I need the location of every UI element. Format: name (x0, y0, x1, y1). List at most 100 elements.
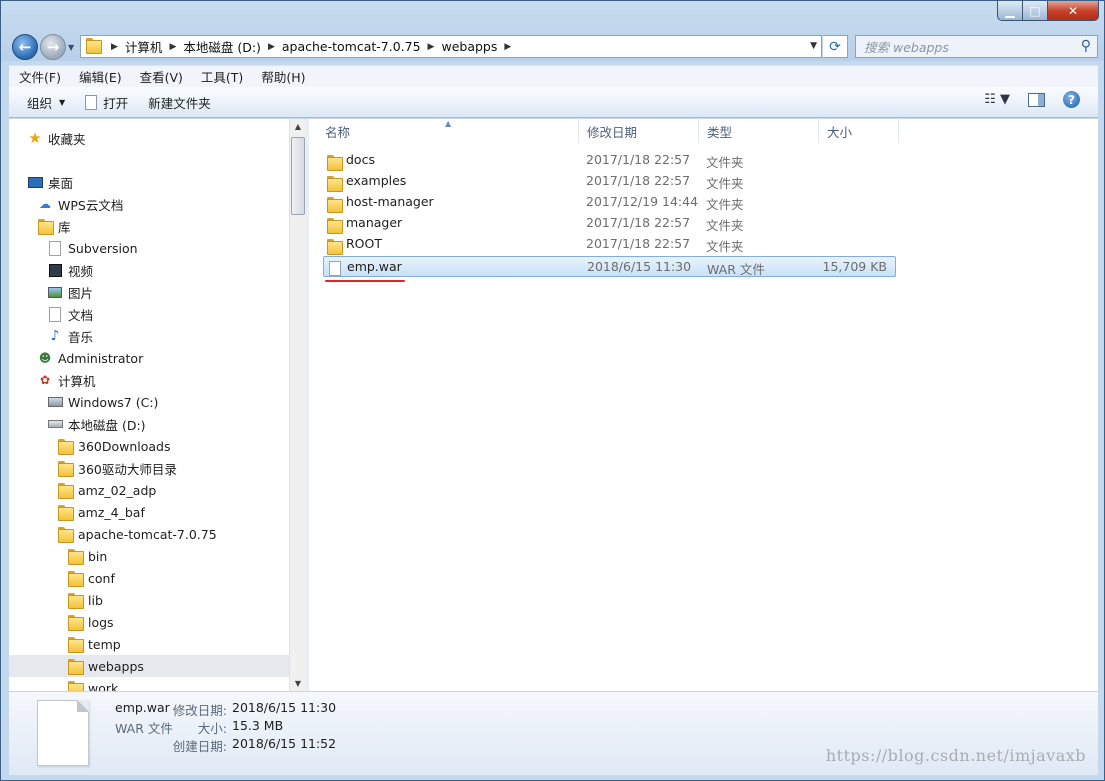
view-options-icon[interactable]: ☷ ▼ (984, 92, 1010, 107)
menu-view[interactable]: 查看(V) (130, 67, 191, 86)
nav-item-label: Subversion (68, 240, 138, 256)
nav-item-folder[interactable]: amz_4_baf (57, 502, 145, 522)
column-size[interactable]: 大小 (819, 119, 899, 143)
user-icon: ☻ (38, 351, 52, 365)
document-library-icon (47, 240, 63, 256)
new-folder-label: 新建文件夹 (148, 95, 211, 111)
nav-scrollbar[interactable]: ▲ ▼ (289, 119, 306, 691)
nav-item-folder[interactable]: work (67, 678, 118, 691)
nav-item-folder[interactable]: bin (67, 546, 107, 566)
nav-item-webapps[interactable]: webapps (67, 656, 144, 676)
chevron-down-icon[interactable]: ▼ (810, 41, 817, 51)
recent-pages-dropdown[interactable]: ▼ (68, 43, 74, 52)
nav-item-folder[interactable]: lib (67, 590, 103, 610)
column-name[interactable]: 名称 (317, 119, 579, 143)
chevron-right-icon[interactable]: ▶ (428, 42, 435, 52)
details-size-value: 15.3 MB (232, 718, 284, 733)
nav-item-documents[interactable]: 文档 (47, 304, 93, 324)
folder-icon (57, 460, 74, 477)
column-date-modified[interactable]: 修改日期 (579, 119, 699, 143)
breadcrumb-drive-d[interactable]: 本地磁盘 (D:) (183, 37, 261, 56)
file-date: 2017/1/18 22:57 (586, 173, 691, 188)
search-icon[interactable]: ⚲ (1081, 38, 1091, 54)
file-row[interactable]: host-manager 2017/12/19 14:44 文件夹 (323, 192, 896, 213)
menu-file[interactable]: 文件(F) (9, 67, 69, 86)
back-button[interactable]: ← (12, 34, 38, 60)
nav-item-folder[interactable]: temp (67, 634, 121, 654)
menu-help[interactable]: 帮助(H) (251, 67, 313, 86)
nav-item-label: amz_02_adp (78, 482, 157, 498)
nav-item-drive-c[interactable]: Windows7 (C:) (47, 392, 158, 412)
scroll-down-icon[interactable]: ▼ (290, 679, 306, 688)
refresh-button[interactable]: ⟳ (823, 35, 848, 58)
nav-item-music[interactable]: ♪ 音乐 (47, 326, 93, 346)
breadcrumb-computer[interactable]: 计算机 (125, 37, 163, 56)
file-row[interactable]: examples 2017/1/18 22:57 文件夹 (323, 171, 896, 192)
nav-item-folder[interactable]: conf (67, 568, 115, 588)
file-row[interactable]: ROOT 2017/1/18 22:57 文件夹 (323, 234, 896, 255)
minimize-button[interactable]: ▁ (997, 1, 1023, 21)
nav-item-folder[interactable]: 360驱动大师目录 (57, 458, 177, 478)
nav-item-label: 音乐 (68, 329, 94, 345)
forward-button[interactable]: → (40, 34, 66, 60)
file-date: 2017/12/19 14:44 (586, 194, 699, 209)
chevron-right-icon[interactable]: ▶ (504, 42, 511, 52)
search-input[interactable]: 搜索 webapps ⚲ (855, 35, 1098, 58)
file-date: 2017/1/18 22:57 (586, 152, 691, 167)
folder-icon (67, 592, 84, 609)
file-date: 2017/1/18 22:57 (586, 236, 691, 251)
nav-item-desktop[interactable]: 桌面 (27, 172, 73, 192)
column-headers: ▲ 名称 修改日期 类型 大小 (309, 119, 1098, 143)
maximize-button[interactable]: □ (1022, 1, 1048, 21)
nav-item-folder[interactable]: logs (67, 612, 114, 632)
menu-edit[interactable]: 编辑(E) (69, 67, 130, 86)
nav-item-label: bin (88, 548, 108, 564)
file-icon (85, 94, 98, 110)
navigation-pane: ★ 收藏夹 桌面 ☁ WPS云文档 库 Subversion 视频 图片 文档 … (9, 119, 289, 691)
file-type: 文件夹 (706, 155, 744, 170)
nav-item-label: 本地磁盘 (D:) (68, 417, 146, 433)
organize-button[interactable]: 组织 ▼ (17, 90, 75, 114)
nav-item-label: temp (88, 636, 121, 652)
nav-item-wps-cloud[interactable]: ☁ WPS云文档 (37, 194, 123, 214)
file-row[interactable]: docs 2017/1/18 22:57 文件夹 (323, 150, 896, 171)
menu-tools[interactable]: 工具(T) (191, 67, 251, 86)
file-type: 文件夹 (706, 197, 744, 212)
folder-icon (67, 658, 84, 675)
chevron-right-icon[interactable]: ▶ (169, 42, 176, 52)
folder-icon (67, 614, 84, 631)
menu-bar: 文件(F) 编辑(E) 查看(V) 工具(T) 帮助(H) (9, 65, 1098, 87)
nav-item-pictures[interactable]: 图片 (47, 282, 93, 302)
file-row-selected[interactable]: emp.war 2018/6/15 11:30 WAR 文件 15,709 KB (323, 256, 896, 277)
nav-item-favorites[interactable]: ★ 收藏夹 (27, 128, 86, 148)
help-icon[interactable]: ? (1063, 91, 1080, 108)
video-icon (47, 262, 63, 278)
chevron-right-icon[interactable]: ▶ (111, 42, 118, 52)
nav-item-folder[interactable]: amz_02_adp (57, 480, 156, 500)
chevron-right-icon[interactable]: ▶ (268, 42, 275, 52)
nav-item-folder[interactable]: 360Downloads (57, 436, 171, 456)
nav-item-label: Windows7 (C:) (68, 394, 159, 410)
nav-item-administrator[interactable]: ☻ Administrator (37, 348, 143, 368)
nav-item-videos[interactable]: 视频 (47, 260, 93, 280)
nav-item-label: 收藏夹 (48, 131, 86, 147)
column-type[interactable]: 类型 (699, 119, 819, 143)
address-bar[interactable]: ▶ 计算机 ▶ 本地磁盘 (D:) ▶ apache-tomcat-7.0.75… (80, 35, 822, 58)
new-folder-button[interactable]: 新建文件夹 (138, 90, 221, 114)
breadcrumb-webapps[interactable]: webapps (441, 39, 497, 54)
details-created-label: 创建日期: (172, 739, 227, 754)
nav-item-library[interactable]: 库 (37, 216, 71, 236)
file-row[interactable]: manager 2017/1/18 22:57 文件夹 (323, 213, 896, 234)
nav-item-subversion[interactable]: Subversion (47, 238, 138, 258)
nav-item-folder[interactable]: apache-tomcat-7.0.75 (57, 524, 217, 544)
scroll-up-icon[interactable]: ▲ (290, 122, 306, 131)
nav-item-drive-d[interactable]: 本地磁盘 (D:) (47, 414, 146, 434)
document-icon (47, 306, 63, 322)
nav-item-computer[interactable]: ✿ 计算机 (37, 370, 96, 390)
open-button[interactable]: 打开 (75, 90, 138, 114)
scrollbar-thumb[interactable] (291, 137, 305, 215)
preview-pane-icon[interactable] (1028, 92, 1045, 107)
close-button[interactable]: ✕ (1047, 1, 1099, 21)
cloud-icon: ☁ (39, 197, 51, 211)
breadcrumb-tomcat[interactable]: apache-tomcat-7.0.75 (282, 39, 421, 54)
